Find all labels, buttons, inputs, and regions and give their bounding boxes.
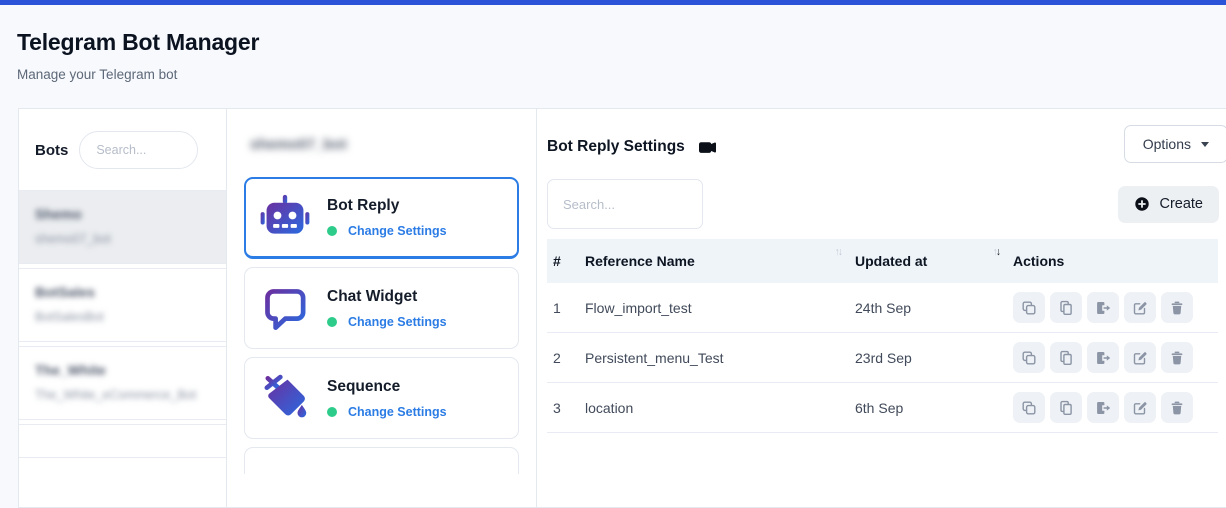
bot-reply-table: # Reference Name ↑↓ Updated at ↑↓ Action… (547, 239, 1218, 433)
settings-header: Bot Reply Settings Options (545, 109, 1226, 163)
feature-info: Sequence Change Settings (327, 378, 447, 419)
sort-icon-active-desc[interactable]: ↑↓ (993, 246, 1000, 258)
feature-card-chat-widget[interactable]: Chat Widget Change Settings (244, 267, 519, 349)
row-actions (1005, 283, 1218, 333)
change-settings-link[interactable]: Change Settings (348, 405, 447, 419)
column-header-label: Reference Name (585, 253, 695, 269)
copy-button[interactable] (1013, 292, 1045, 323)
feature-action-row: Change Settings (327, 224, 447, 238)
bot-list-item[interactable] (19, 424, 226, 458)
column-header-actions: Actions (1005, 239, 1218, 283)
export-button[interactable] (1087, 342, 1119, 373)
video-camera-icon[interactable] (699, 139, 716, 156)
bot-username: BotSalesBot (35, 310, 210, 324)
table-row: 2 Persistent_menu_Test 23rd Sep (547, 333, 1218, 383)
paint-bucket-icon (260, 373, 310, 423)
delete-button[interactable] (1161, 392, 1193, 423)
table-row: 1 Flow_import_test 24th Sep (547, 283, 1218, 333)
create-label: Create (1159, 196, 1203, 212)
reference-name: Flow_import_test (577, 283, 847, 333)
bot-features-column: shemo07_bot (227, 109, 537, 507)
settings-title: Bot Reply Settings (547, 138, 685, 156)
selected-bot-title: shemo07_bot (250, 136, 513, 153)
feature-name: Bot Reply (327, 197, 447, 215)
robot-icon (260, 193, 310, 243)
table-header-row: # Reference Name ↑↓ Updated at ↑↓ Action… (547, 239, 1218, 283)
status-dot (327, 317, 337, 327)
bot-list-item[interactable]: The_White The_White_eCommerce_Bot (19, 346, 226, 420)
bots-search-input[interactable] (79, 131, 198, 169)
edit-button[interactable] (1124, 392, 1156, 423)
edit-button[interactable] (1124, 342, 1156, 373)
bots-title: Bots (35, 142, 68, 159)
feature-card-sequence[interactable]: Sequence Change Settings (244, 357, 519, 439)
feature-name: Chat Widget (327, 288, 447, 306)
change-settings-link[interactable]: Change Settings (348, 224, 447, 238)
feature-name: Sequence (327, 378, 447, 396)
bot-list-item[interactable]: BotSales BotSalesBot (19, 268, 226, 342)
edit-button[interactable] (1124, 292, 1156, 323)
row-index: 2 (547, 333, 577, 383)
duplicate-button[interactable] (1050, 342, 1082, 373)
bot-name: The_White (35, 362, 210, 378)
create-button[interactable]: Create (1118, 186, 1219, 223)
updated-at: 6th Sep (847, 383, 1005, 433)
reference-name: Persistent_menu_Test (577, 333, 847, 383)
column-header-label: Updated at (855, 253, 927, 269)
duplicate-button[interactable] (1050, 292, 1082, 323)
export-button[interactable] (1087, 392, 1119, 423)
reference-search-input[interactable] (547, 179, 703, 229)
feature-info: Bot Reply Change Settings (327, 197, 447, 238)
table-row: 3 location 6th Sep (547, 383, 1218, 433)
main-panel: Bots Shemo shemo07_bot BotSales BotSales… (18, 108, 1226, 508)
duplicate-button[interactable] (1050, 392, 1082, 423)
feature-card-bot-reply[interactable]: Bot Reply Change Settings (244, 177, 519, 259)
page-title: Telegram Bot Manager (17, 29, 1209, 56)
settings-title-row: Bot Reply Settings (547, 138, 716, 156)
column-header-updated-at[interactable]: Updated at ↑↓ (847, 239, 1005, 283)
chat-bubble-icon (260, 283, 310, 333)
plus-circle-icon (1134, 196, 1150, 212)
row-actions (1005, 383, 1218, 433)
bot-reply-settings-panel: Bot Reply Settings Options Create (537, 109, 1226, 507)
bot-list-item[interactable]: Shemo shemo07_bot (19, 190, 226, 264)
options-button[interactable]: Options (1124, 125, 1226, 163)
status-dot (327, 407, 337, 417)
copy-button[interactable] (1013, 392, 1045, 423)
page-header: Telegram Bot Manager Manage your Telegra… (0, 5, 1226, 82)
feature-card-partial[interactable] (244, 447, 519, 474)
feature-action-row: Change Settings (327, 315, 447, 329)
chevron-down-icon (1201, 142, 1209, 147)
column-header-label: Actions (1013, 253, 1064, 269)
row-actions (1005, 333, 1218, 383)
updated-at: 24th Sep (847, 283, 1005, 333)
feature-info: Chat Widget Change Settings (327, 288, 447, 329)
delete-button[interactable] (1161, 292, 1193, 323)
page-subtitle: Manage your Telegram bot (17, 67, 1209, 82)
bots-sidebar-header: Bots (19, 109, 226, 190)
status-dot (327, 226, 337, 236)
sort-icon[interactable]: ↑↓ (835, 246, 842, 258)
bot-list: Shemo shemo07_bot BotSales BotSalesBot T… (19, 190, 226, 458)
bot-username: The_White_eCommerce_Bot (35, 388, 210, 402)
feature-action-row: Change Settings (327, 405, 447, 419)
bot-username: shemo07_bot (35, 232, 210, 246)
options-label: Options (1143, 136, 1191, 152)
row-index: 1 (547, 283, 577, 333)
updated-at: 23rd Sep (847, 333, 1005, 383)
bots-sidebar: Bots Shemo shemo07_bot BotSales BotSales… (19, 109, 227, 507)
column-header-index: # (547, 239, 577, 283)
bot-name: BotSales (35, 284, 210, 300)
copy-button[interactable] (1013, 342, 1045, 373)
change-settings-link[interactable]: Change Settings (348, 315, 447, 329)
feature-card-list: Bot Reply Change Settings Chat Widget (244, 177, 519, 474)
reference-name: location (577, 383, 847, 433)
settings-toolbar: Create (547, 179, 1219, 229)
export-button[interactable] (1087, 292, 1119, 323)
row-index: 3 (547, 383, 577, 433)
bot-name: Shemo (35, 206, 210, 222)
column-header-reference-name[interactable]: Reference Name ↑↓ (577, 239, 847, 283)
delete-button[interactable] (1161, 342, 1193, 373)
